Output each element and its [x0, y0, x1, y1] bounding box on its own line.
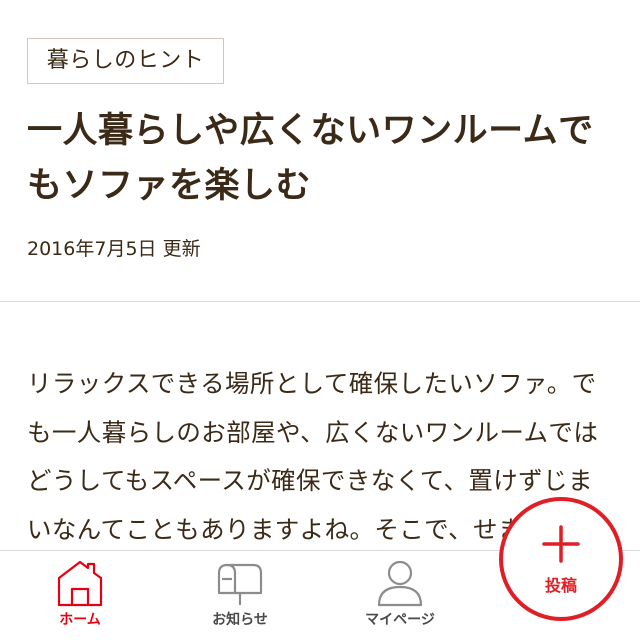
nav-label-home: ホーム: [59, 612, 101, 628]
nav-item-notice[interactable]: お知らせ: [175, 551, 305, 640]
nav-item-mypage[interactable]: マイページ: [335, 551, 465, 640]
mailbox-icon: [215, 559, 265, 611]
post-button[interactable]: 投稿: [499, 497, 623, 621]
plus-icon: [542, 525, 580, 567]
nav-label-notice: お知らせ: [212, 612, 268, 628]
post-button-label: 投稿: [544, 576, 577, 595]
article-title: 一人暮らしや広くないワンルームでもソファを楽しむ: [27, 111, 594, 206]
divider: [0, 301, 640, 302]
nav-item-home[interactable]: ホーム: [15, 551, 145, 640]
user-icon: [375, 559, 425, 611]
category-tag[interactable]: 暮らしのヒント: [27, 38, 224, 84]
nav-label-mypage: マイページ: [365, 612, 435, 628]
article-date: 2016年7月5日 更新: [27, 238, 201, 260]
home-icon: [55, 559, 105, 611]
